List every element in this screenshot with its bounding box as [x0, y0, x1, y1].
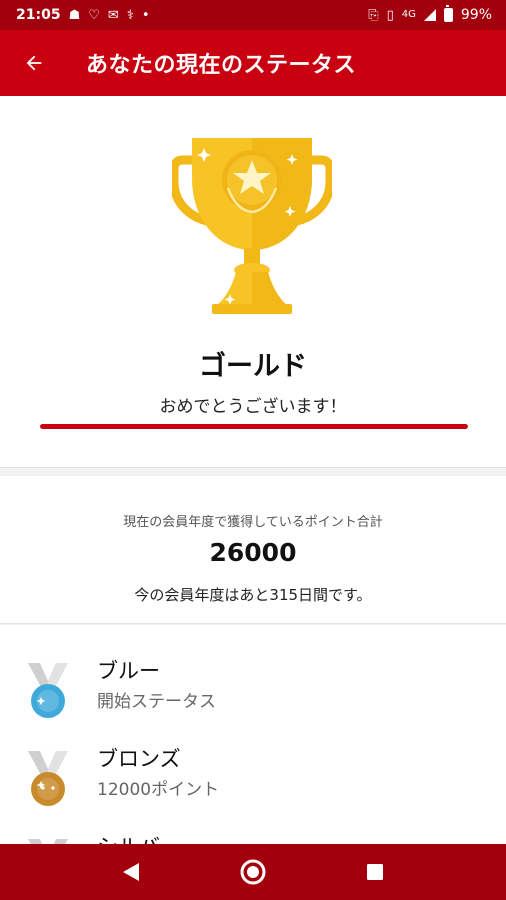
- status-bar: 21:05 ☗ ♡ ✉ ⚕ • ⎘ ▯ 4G 99%: [0, 0, 506, 30]
- mail-icon: ✉: [107, 7, 119, 23]
- tier-description: 開始ステータス: [97, 692, 216, 712]
- list-item: ブロンズ 12000ポイント: [0, 713, 506, 806]
- remaining-days-text: 今の会員年度はあと315日間です。: [134, 586, 372, 604]
- tier-name: ブロンズ: [97, 747, 181, 771]
- back-button[interactable]: [0, 30, 68, 96]
- navigation-bar: [0, 844, 506, 900]
- tier-list: ブルー 開始ステータス ブロンズ 12000ポイント シルバ: [0, 625, 506, 844]
- arrow-left-icon: [26, 55, 42, 71]
- notification-icon: ☗: [68, 7, 81, 23]
- square-recents-icon: [367, 864, 383, 880]
- tier-name: ブルー: [97, 659, 160, 683]
- battery-level: 99%: [460, 7, 492, 23]
- status-progress-bar: [40, 424, 468, 429]
- network-label: 4G: [401, 9, 416, 20]
- tier-description: 12000ポイント: [97, 780, 220, 800]
- app-bar: あなたの現在のステータス: [0, 30, 506, 96]
- tier-name: シルバ: [97, 831, 160, 844]
- status-card: ゴールド おめでとうございます！: [0, 96, 506, 468]
- nav-back-button[interactable]: [111, 852, 151, 892]
- app-icon: ⚕: [126, 7, 134, 23]
- points-value: 26000: [209, 538, 297, 567]
- nav-home-button[interactable]: [233, 852, 273, 892]
- vibrate-icon: ▯: [386, 7, 394, 23]
- list-item: ブルー 開始ステータス: [0, 625, 506, 718]
- nav-recents-button[interactable]: [355, 852, 395, 892]
- nfc-icon: ⎘: [368, 7, 379, 23]
- signal-icon: [423, 9, 436, 21]
- page-title: あなたの現在のステータス: [86, 53, 357, 78]
- status-time: 21:05: [16, 7, 61, 23]
- congratulation-message: おめでとうございます！: [159, 397, 347, 417]
- trophy-icon: [169, 130, 335, 320]
- battery-icon: [443, 5, 453, 22]
- status-name: ゴールド: [199, 351, 307, 382]
- circle-home-icon: [240, 859, 266, 885]
- medal-silver-icon: [26, 831, 70, 844]
- list-item: シルバ: [0, 801, 506, 844]
- points-caption: 現在の会員年度で獲得しているポイント合計: [123, 515, 383, 530]
- status-progress-fill: [40, 424, 468, 429]
- triangle-back-icon: [123, 863, 139, 881]
- dot-icon: •: [141, 7, 150, 23]
- points-card: 現在の会員年度で獲得しているポイント合計 26000 今の会員年度はあと315日…: [0, 476, 506, 624]
- heart-icon: ♡: [88, 7, 100, 23]
